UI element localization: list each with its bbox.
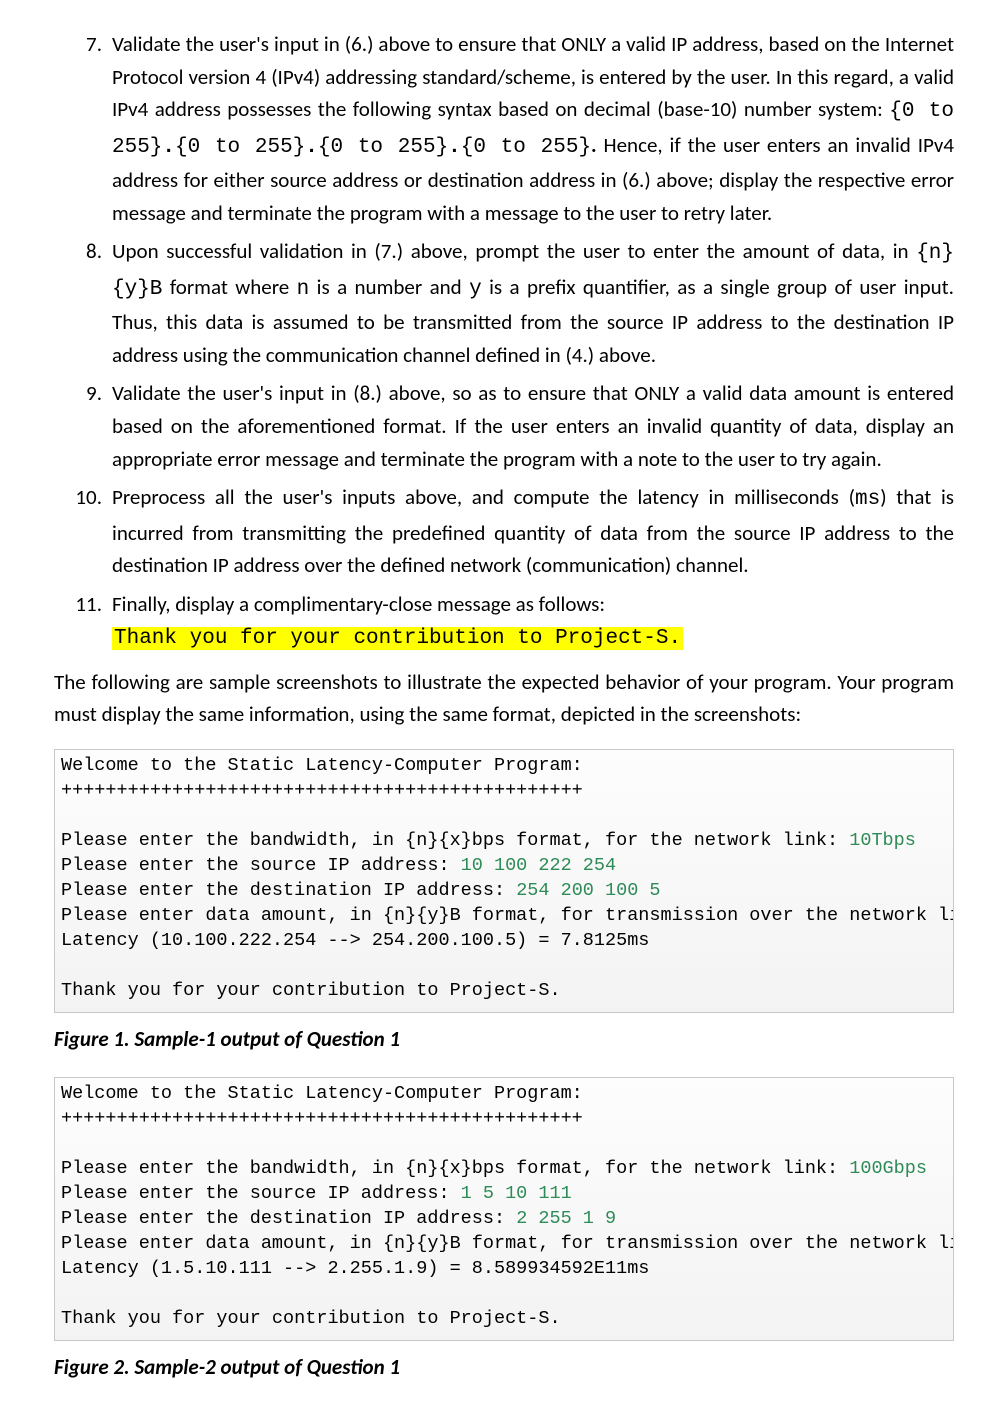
sample-output-1: Welcome to the Static Latency-Computer P… — [54, 749, 954, 1013]
list-item: 7.Validate the user's input in (6.) abov… — [54, 28, 954, 229]
list-item: 11.Finally, display a complimentary-clos… — [54, 588, 954, 656]
list-item: 8.Upon successful validation in (7.) abo… — [54, 235, 954, 371]
list-item-number: 8. — [54, 235, 112, 268]
list-item: 9.Validate the user's input in (8.) abov… — [54, 377, 954, 475]
list-item-body: Validate the user's input in (8.) above,… — [112, 377, 954, 475]
figure-1-caption: Figure 1. Sample-1 output of Question 1 — [54, 1023, 954, 1056]
numbered-list: 7.Validate the user's input in (6.) abov… — [54, 28, 954, 656]
list-item-body: Preprocess all the user's inputs above, … — [112, 481, 954, 582]
list-item-number: 9. — [54, 377, 112, 410]
list-item-number: 10. — [54, 481, 112, 514]
list-item: 10.Preprocess all the user's inputs abov… — [54, 481, 954, 582]
sample-output-2: Welcome to the Static Latency-Computer P… — [54, 1077, 954, 1341]
list-item-body: Finally, display a complimentary-close m… — [112, 588, 954, 656]
list-item-body: Upon successful validation in (7.) above… — [112, 235, 954, 371]
list-item-number: 7. — [54, 28, 112, 61]
document-page: 7.Validate the user's input in (6.) abov… — [0, 0, 1008, 1415]
paragraph-after-list: The following are sample screenshots to … — [54, 666, 954, 731]
figure-2-caption: Figure 2. Sample-2 output of Question 1 — [54, 1351, 954, 1384]
list-item-body: Validate the user's input in (6.) above … — [112, 28, 954, 229]
list-item-number: 11. — [54, 588, 112, 621]
